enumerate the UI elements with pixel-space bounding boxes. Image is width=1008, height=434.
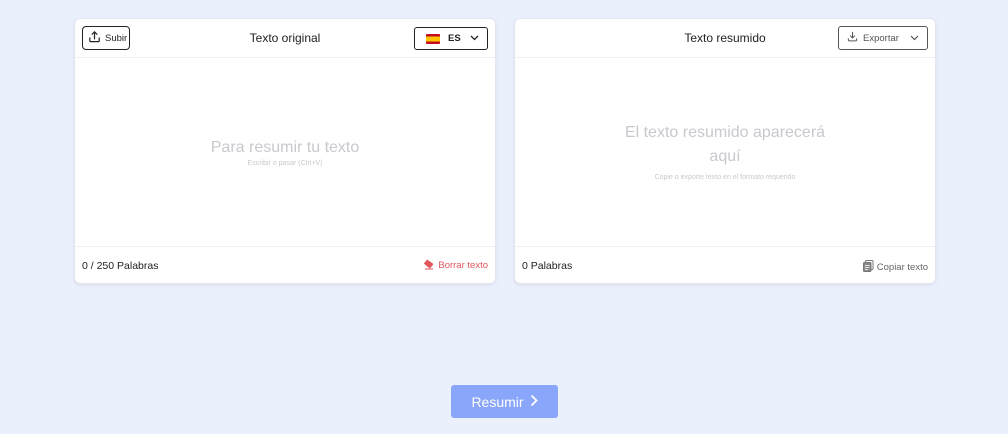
spain-flag-icon [426,33,440,44]
chevron-right-icon [530,394,538,410]
eraser-icon [422,258,435,273]
original-text-panel: Subir Texto original ES Para resumir tu … [74,18,496,284]
summary-panel-footer: 0 Palabras Copiar texto [515,246,935,283]
original-panel-footer: 0 / 250 Palabras Borrar texto [75,246,495,283]
clear-text-button[interactable]: Borrar texto [422,258,488,273]
export-button[interactable]: Exportar [838,26,928,50]
original-text-hint: Escribir o pasar (Ctrl+V) [247,160,323,167]
language-code: ES [448,33,461,44]
original-text-input-placeholder[interactable]: Para resumir tu texto [75,136,495,160]
chevron-down-icon [470,33,479,44]
summarize-label: Resumir [471,393,524,410]
chevron-down-icon [910,33,919,44]
download-icon [847,31,858,45]
export-label: Exportar [863,32,899,44]
copy-icon [862,260,874,275]
original-word-count: 0 / 250 Palabras [82,260,159,272]
copy-text-button[interactable]: Copiar texto [862,260,928,275]
summary-word-count: 0 Palabras [522,260,573,272]
summary-text-panel: Texto resumido Exportar El texto resumid… [514,18,936,284]
summary-panel-header: Texto resumido Exportar [515,19,935,58]
original-panel-header: Subir Texto original ES [75,19,495,58]
language-select[interactable]: ES [414,27,488,50]
clear-text-label: Borrar texto [438,260,488,271]
summary-placeholder-line1: El texto resumido aparecerá [624,124,826,141]
summary-placeholder-line2: aquí [709,148,741,165]
copy-text-label: Copiar texto [876,262,928,273]
summary-hint: Copie o exporte texto en el formato requ… [654,174,796,181]
summarize-button[interactable]: Resumir [451,385,558,418]
